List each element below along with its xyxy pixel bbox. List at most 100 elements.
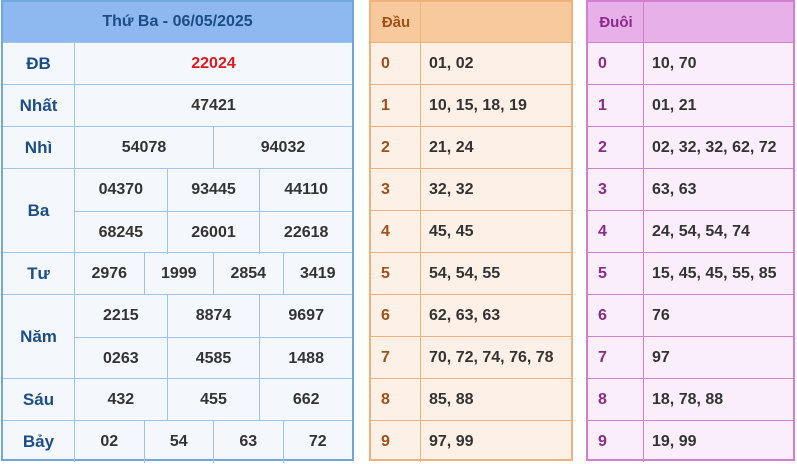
dau-digit: 3 [371, 169, 421, 210]
prize-number: 68245 [98, 224, 144, 241]
prize-number: 2854 [213, 253, 283, 295]
dau-row: 8 85, 88 [371, 378, 571, 420]
prize-number: 93445 [166, 169, 260, 211]
duoi-row: 2 02, 32, 32, 62, 72 [588, 126, 793, 168]
dau-row: 2 21, 24 [371, 126, 571, 168]
duoi-values: 10, 70 [652, 54, 697, 72]
duoi-table: Đuôi 0 10, 70 1 01, 21 2 02, 32, 32, 62, 72 3 6… [586, 0, 795, 462]
prize-number: 1999 [143, 253, 214, 295]
dau-row: 0 01, 02 [371, 42, 571, 84]
dau-row: 4 45, 45 [371, 210, 571, 252]
duoi-digit: 6 [588, 295, 644, 336]
prize-number: 63 [213, 421, 283, 463]
dau-values: 01, 02 [429, 54, 474, 72]
prize-number: 47421 [191, 97, 236, 114]
dau-row: 9 97, 99 [371, 420, 571, 462]
prize-number: 432 [107, 391, 135, 408]
dau-digit: 8 [371, 379, 421, 420]
duoi-values: 02, 32, 32, 62, 72 [652, 138, 777, 156]
results-date-header: Thứ Ba - 06/05/2025 [3, 2, 352, 42]
dau-digit: 4 [371, 211, 421, 252]
duoi-header: Đuôi [588, 2, 793, 42]
prize-label: Năm [3, 295, 75, 378]
special-prize-number: 22024 [191, 55, 236, 72]
duoi-row: 4 24, 54, 54, 74 [588, 210, 793, 252]
duoi-digit: 3 [588, 169, 644, 210]
prize-number: 54078 [121, 139, 167, 156]
prize-row: Bảy 02 54 63 72 [3, 420, 353, 463]
prize-number: 662 [259, 379, 352, 421]
prize-row: ĐB 22024 [3, 42, 352, 84]
dau-values: 54, 54, 55 [429, 264, 501, 282]
prize-number: 455 [166, 379, 260, 421]
prize-number: 94032 [213, 127, 352, 169]
prize-label: Bảy [3, 421, 75, 462]
duoi-digit: 5 [588, 253, 644, 294]
duoi-values: 01, 21 [652, 96, 697, 114]
prize-number: 02 [100, 433, 119, 450]
dau-row: 6 62, 63, 63 [371, 294, 571, 336]
prize-number: 0263 [103, 350, 139, 367]
dau-table: Đầu 0 01, 02 1 10, 15, 18, 19 2 21, 24 3 32, 32… [369, 0, 573, 462]
duoi-digit: 7 [588, 337, 644, 378]
prize-label: ĐB [3, 43, 75, 84]
prize-row: Nhì 54078 94032 [3, 126, 352, 169]
dau-digit: 7 [371, 337, 421, 378]
dau-values: 32, 32 [429, 180, 474, 198]
duoi-row: 0 10, 70 [588, 42, 793, 84]
results-table: Thứ Ba - 06/05/2025 ĐB 22024 Nhất 47421 Nhì 5… [1, 0, 354, 463]
duoi-row: 9 19, 99 [588, 420, 793, 462]
prize-label: Nhì [3, 127, 75, 168]
prize-number: 44110 [259, 169, 352, 211]
dau-values: 21, 24 [429, 138, 474, 156]
prize-row: Nhất 47421 [3, 84, 352, 126]
dau-digit: 0 [371, 43, 421, 84]
prize-number: 22618 [259, 212, 352, 254]
prize-row: Tư 2976 1999 2854 3419 [3, 252, 352, 295]
dau-header: Đầu [371, 2, 571, 42]
dau-digit: 1 [371, 85, 421, 126]
dau-digit: 9 [371, 421, 421, 462]
duoi-row: 7 97 [588, 336, 793, 378]
dau-digit: 6 [371, 295, 421, 336]
dau-digit: 5 [371, 253, 421, 294]
prize-number: 2976 [91, 265, 128, 282]
duoi-values: 18, 78, 88 [652, 390, 724, 408]
prize-number: 54 [143, 421, 214, 463]
duoi-digit: 4 [588, 211, 644, 252]
prize-number: 1488 [259, 338, 352, 380]
dau-values: 62, 63, 63 [429, 306, 501, 324]
prize-number: 2215 [103, 307, 139, 324]
duoi-digit: 0 [588, 43, 644, 84]
prize-number: 04370 [98, 181, 144, 198]
prize-label: Sáu [3, 379, 75, 420]
duoi-title: Đuôi [599, 13, 633, 31]
dau-values: 70, 72, 74, 76, 78 [429, 348, 554, 366]
prize-label: Tư [3, 253, 75, 294]
duoi-row: 8 18, 78, 88 [588, 378, 793, 420]
dau-values: 97, 99 [429, 432, 474, 450]
dau-row: 1 10, 15, 18, 19 [371, 84, 571, 126]
duoi-row: 1 01, 21 [588, 84, 793, 126]
prize-row: Năm 2215 8874 9697 0263 4585 1488 [3, 294, 352, 380]
prize-label: Nhất [3, 85, 75, 126]
prize-number: 72 [282, 421, 353, 463]
dau-digit: 2 [371, 127, 421, 168]
dau-values: 85, 88 [429, 390, 474, 408]
duoi-digit: 1 [588, 85, 644, 126]
duoi-values: 15, 45, 45, 55, 85 [652, 264, 777, 282]
dau-title: Đầu [381, 13, 411, 31]
dau-row: 5 54, 54, 55 [371, 252, 571, 294]
duoi-row: 3 63, 63 [588, 168, 793, 210]
duoi-row: 6 76 [588, 294, 793, 336]
prize-number: 8874 [166, 295, 260, 337]
dau-values: 45, 45 [429, 222, 474, 240]
prize-row: Ba 04370 93445 44110 68245 26001 22618 [3, 168, 352, 254]
dau-values: 10, 15, 18, 19 [429, 96, 527, 114]
duoi-digit: 8 [588, 379, 644, 420]
prize-row: Sáu 432 455 662 [3, 378, 352, 421]
duoi-digit: 9 [588, 421, 644, 462]
duoi-values: 97 [652, 348, 670, 366]
duoi-row: 5 15, 45, 45, 55, 85 [588, 252, 793, 294]
prize-number: 9697 [259, 295, 352, 337]
